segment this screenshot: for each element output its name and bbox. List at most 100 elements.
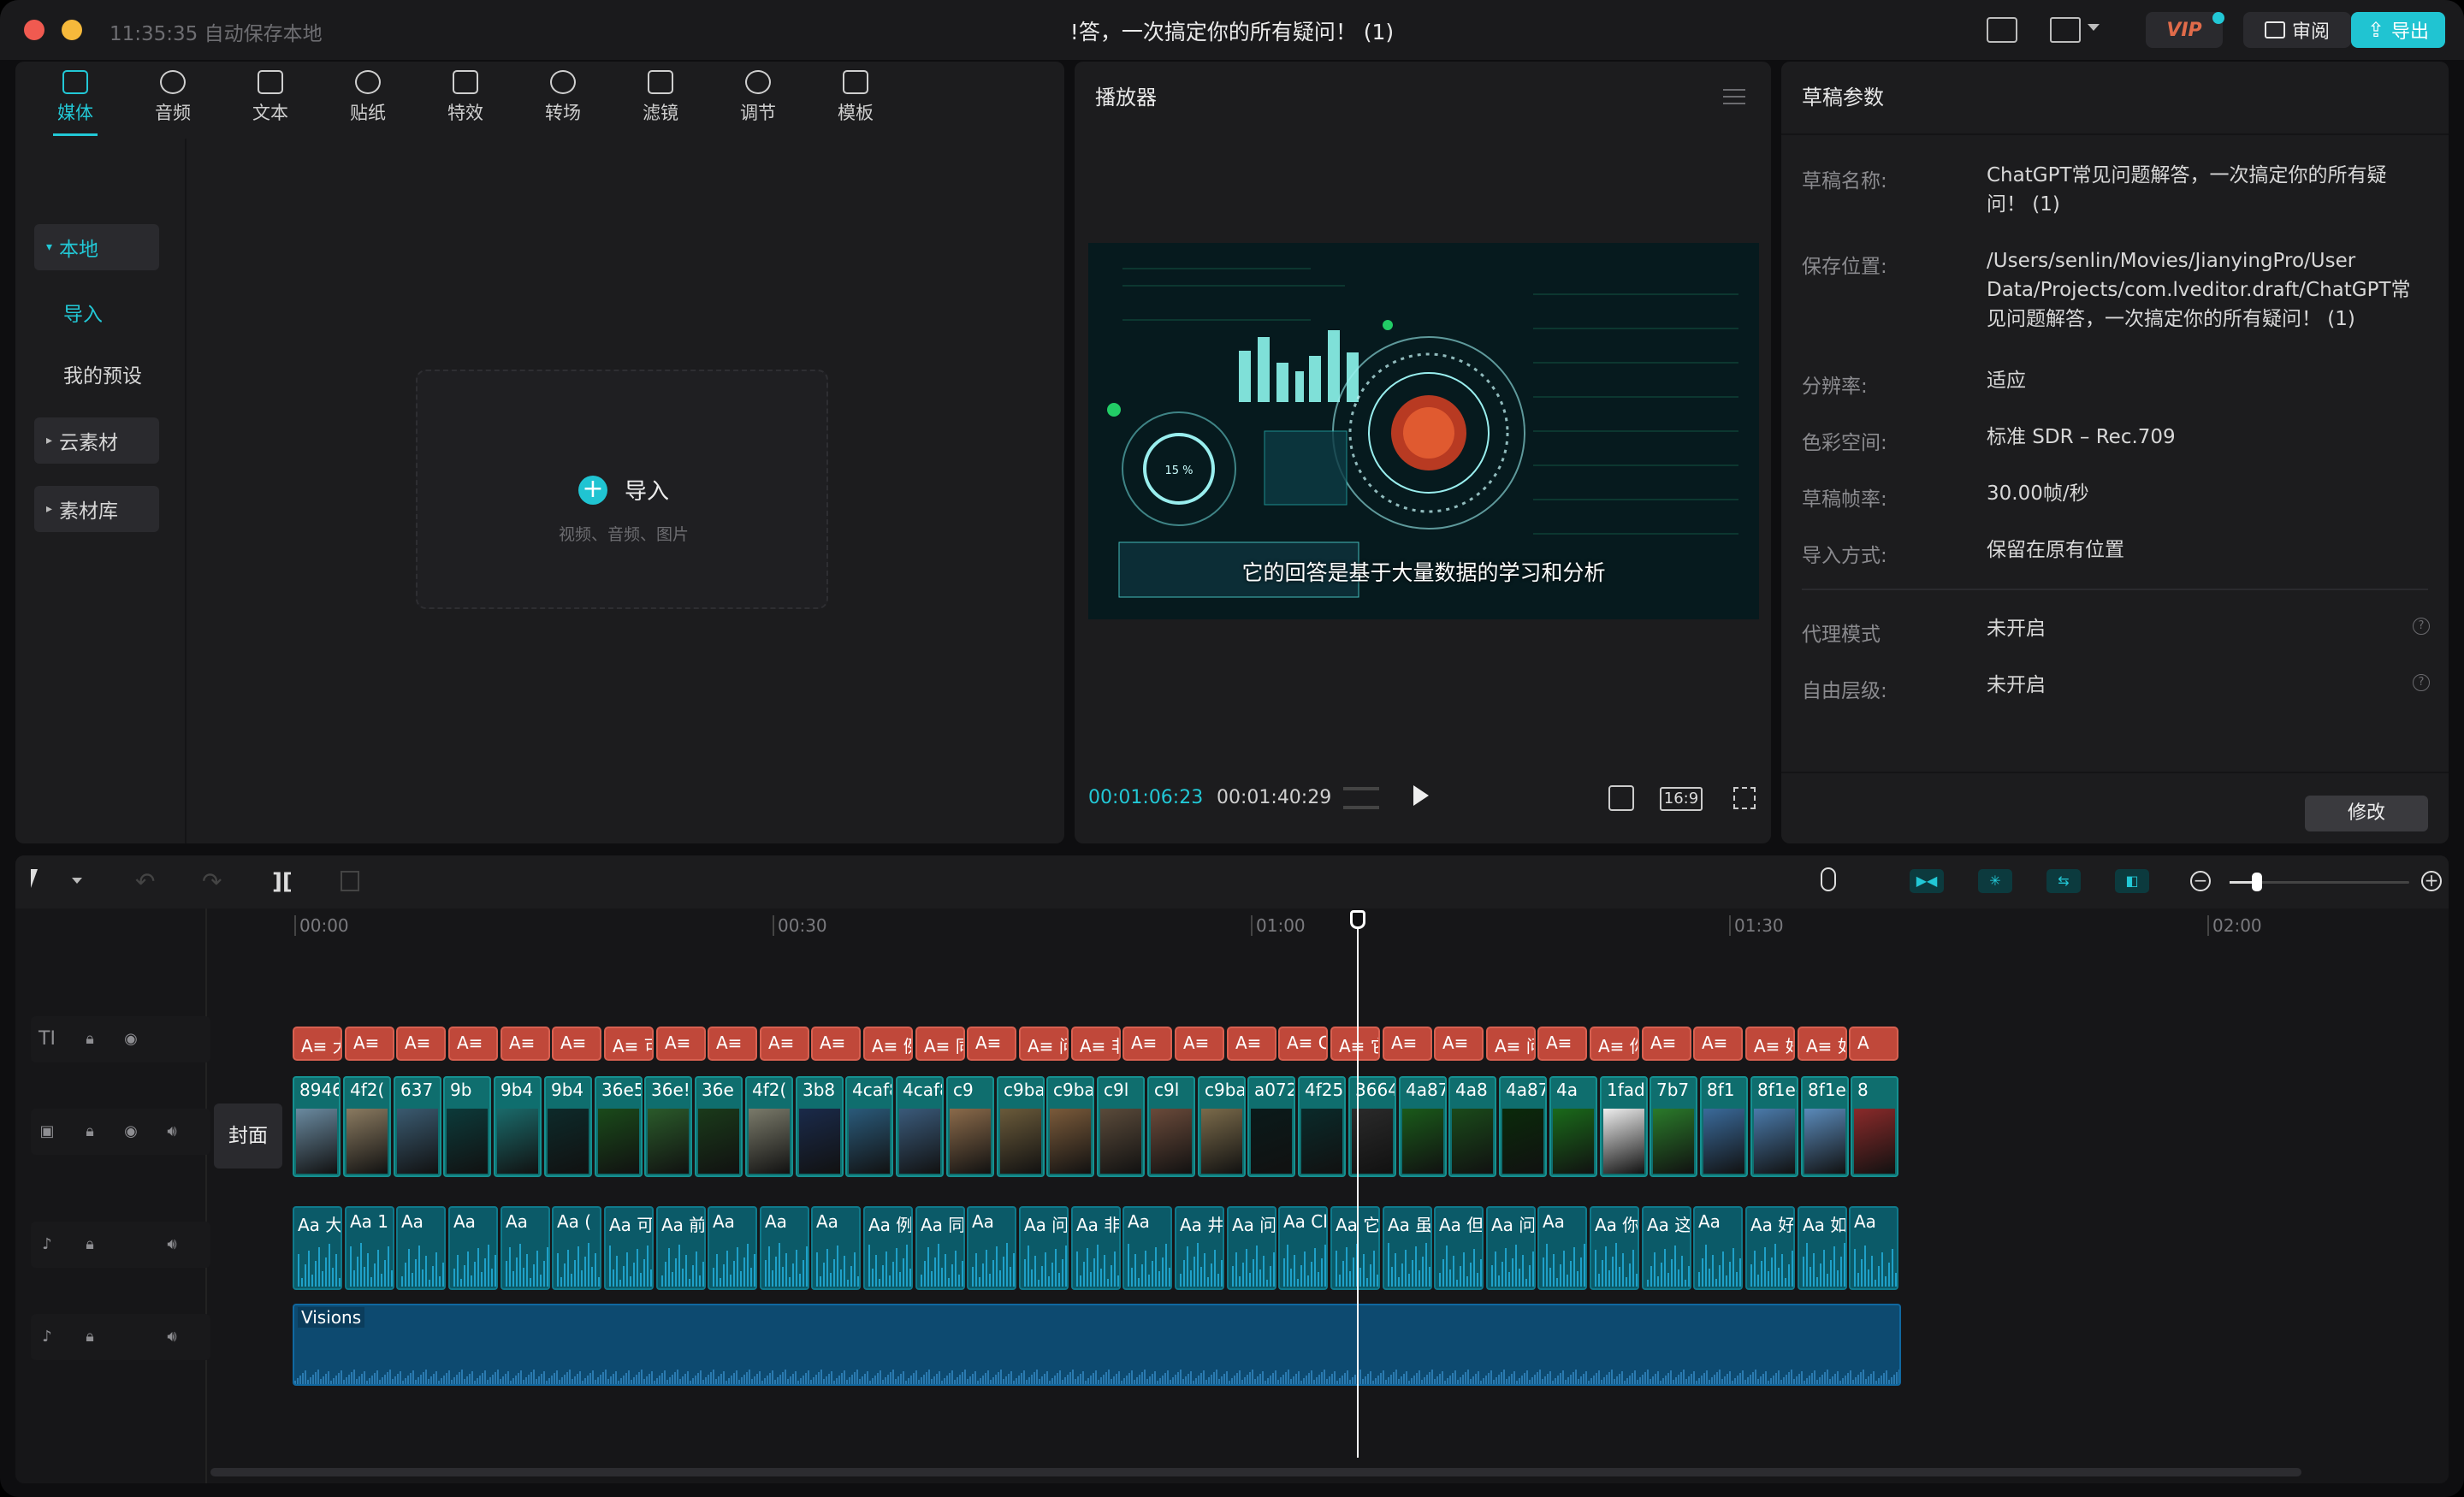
caption-clip[interactable]: A≡ [811, 1027, 861, 1061]
caption-clip[interactable]: A≡ [1537, 1027, 1587, 1061]
fit-zoom-icon[interactable] [1608, 785, 1634, 811]
preview-axis-icon[interactable]: ◧ [2115, 869, 2149, 893]
sidebar-item-import[interactable]: 导入 [34, 289, 159, 335]
caption-clip[interactable]: A≡ 例如 [863, 1027, 913, 1061]
caption-clip[interactable]: A≡ [760, 1027, 809, 1061]
caption-clip[interactable]: A≡ [1642, 1027, 1691, 1061]
undo-icon[interactable]: ↶ [135, 867, 155, 896]
caption-clip[interactable]: A≡ 它 [1330, 1027, 1380, 1061]
help-icon[interactable]: ? [2413, 618, 2430, 635]
linkage-icon[interactable]: ⇆ [2046, 869, 2081, 893]
tab-transition[interactable]: 转场 [520, 70, 606, 125]
tab-text[interactable]: 文本 [228, 70, 313, 125]
voice-clip[interactable]: Aa 问是 [1486, 1206, 1536, 1290]
cover-button[interactable]: 封面 [214, 1104, 282, 1169]
layout-icon[interactable] [2050, 17, 2081, 43]
tab-audio[interactable]: 音频 [130, 70, 216, 125]
video-clip[interactable]: 4a [1549, 1076, 1597, 1177]
microphone-icon[interactable] [1821, 867, 1836, 891]
playhead-line[interactable] [1357, 917, 1359, 1458]
voice-clip[interactable]: Aa 例如 [863, 1206, 913, 1290]
pointer-icon[interactable] [31, 869, 38, 888]
redo-icon[interactable]: ↷ [202, 867, 222, 896]
voice-clip[interactable]: Aa 非常 [1071, 1206, 1121, 1290]
modify-button[interactable]: 修改 [2305, 796, 2428, 831]
video-clip[interactable]: 4f2( [745, 1076, 793, 1177]
tab-effects[interactable]: 特效 [423, 70, 508, 125]
video-clip[interactable]: 8 [1851, 1076, 1898, 1177]
voice-clip[interactable]: Aa 好了 [1745, 1206, 1795, 1290]
voice-clip[interactable]: Aa 虽 [1383, 1206, 1432, 1290]
caption-clip[interactable]: A≡ 问 [1019, 1027, 1069, 1061]
main-track-link-icon[interactable]: ▶◀ [1910, 869, 1944, 893]
lock-icon[interactable]: 🔒︎ [79, 1121, 101, 1143]
voice-clip[interactable]: Aa 这 [1642, 1206, 1691, 1290]
caption-clip[interactable]: A≡ [1693, 1027, 1743, 1061]
voice-clip[interactable]: Aa 井 [1175, 1206, 1224, 1290]
video-clip[interactable]: 9b [443, 1076, 491, 1177]
split-icon[interactable]: ][ [272, 869, 293, 895]
fullscreen-icon[interactable] [1733, 787, 1756, 809]
playhead-handle[interactable] [1350, 910, 1365, 929]
tab-sticker[interactable]: 贴纸 [325, 70, 411, 125]
voice-clip[interactable]: Aa Ch [1278, 1206, 1328, 1290]
caption-clip[interactable]: A≡ [1434, 1027, 1484, 1061]
voice-clip[interactable]: Aa [1849, 1206, 1898, 1290]
review-button[interactable]: 审阅 [2243, 12, 2351, 48]
caption-clip[interactable]: A≡ 同时 它 [915, 1027, 965, 1061]
sidebar-item-cloud[interactable]: ▸ 云素材 [34, 417, 159, 464]
voice-clip[interactable]: Aa 你可 [1590, 1206, 1639, 1290]
video-clip[interactable]: 3b8 [796, 1076, 844, 1177]
voice-clip[interactable]: Aa [760, 1206, 809, 1290]
video-clip[interactable]: 637 [394, 1076, 441, 1177]
voice-clip[interactable]: Aa [811, 1206, 861, 1290]
speaker-icon[interactable]: 🔊︎ [161, 1121, 183, 1143]
video-clip[interactable]: 8f1 [1700, 1076, 1748, 1177]
tab-filter[interactable]: 滤镜 [618, 70, 703, 125]
caption-clip[interactable]: A≡ 好 [1745, 1027, 1795, 1061]
video-clip[interactable]: 1fad99C [1600, 1076, 1648, 1177]
video-clip[interactable]: 8f1ee6 [1801, 1076, 1849, 1177]
caption-clip[interactable]: A≡ 大家 [293, 1027, 342, 1061]
zoom-in-icon[interactable]: + [2421, 871, 2442, 891]
lock-icon[interactable]: 🔒︎ [79, 1028, 101, 1050]
caption-clip[interactable]: A≡ [1227, 1027, 1276, 1061]
video-clip[interactable]: 9b4 [494, 1076, 542, 1177]
caption-clip[interactable]: A≡ [345, 1027, 394, 1061]
voice-clip[interactable]: Aa [1693, 1206, 1743, 1290]
tab-adjust[interactable]: 调节 [715, 70, 801, 125]
export-button[interactable]: ⇪ 导出 [2351, 12, 2445, 48]
video-clip[interactable]: c9ba [1198, 1076, 1246, 1177]
voice-clip[interactable]: Aa 它 [1330, 1206, 1380, 1290]
video-clip[interactable]: c9ba [997, 1076, 1045, 1177]
caption-clip[interactable]: A≡ [656, 1027, 706, 1061]
caption-clip[interactable]: A≡ 问 [1486, 1027, 1536, 1061]
speaker-icon[interactable]: 🔊︎ [161, 1234, 183, 1256]
caption-clip[interactable]: A≡ 你可 [1590, 1027, 1639, 1061]
voice-clip[interactable]: Aa 可 [604, 1206, 654, 1290]
video-clip[interactable]: 36e5a [595, 1076, 643, 1177]
video-clip[interactable]: 36e [695, 1076, 743, 1177]
video-clip[interactable]: c9l [1147, 1076, 1195, 1177]
voice-clip[interactable]: Aa 问 [1227, 1206, 1276, 1290]
sidebar-item-local[interactable]: ▾ 本地 [34, 224, 159, 270]
menu-icon[interactable] [1723, 89, 1745, 104]
video-clip[interactable]: 8946b1 [293, 1076, 341, 1177]
voice-clip[interactable]: Aa [396, 1206, 446, 1290]
caption-clip[interactable]: A [1849, 1027, 1898, 1061]
video-clip[interactable]: 4a87c [1499, 1076, 1547, 1177]
video-clip[interactable]: 4a8 [1448, 1076, 1496, 1177]
caption-clip[interactable]: A≡ Cl [1278, 1027, 1328, 1061]
caption-clip[interactable]: A≡ [552, 1027, 601, 1061]
video-clip[interactable]: 4caf8a2 [845, 1076, 893, 1177]
lock-icon[interactable]: 🔒︎ [79, 1234, 101, 1256]
chevron-down-icon[interactable] [72, 878, 82, 884]
caption-clip[interactable]: A≡ [1175, 1027, 1224, 1061]
delete-icon[interactable] [341, 871, 359, 891]
aspect-ratio-button[interactable]: 16:9 [1660, 787, 1703, 811]
video-clip[interactable]: c9l [1097, 1076, 1145, 1177]
caption-clip[interactable]: A≡ 如 [1798, 1027, 1847, 1061]
voice-clip[interactable]: Aa 问 [1019, 1206, 1069, 1290]
video-preview[interactable]: 15 % 它的回答是基于大量数据的学习和分析 [1088, 243, 1759, 619]
voice-clip[interactable]: Aa [708, 1206, 757, 1290]
